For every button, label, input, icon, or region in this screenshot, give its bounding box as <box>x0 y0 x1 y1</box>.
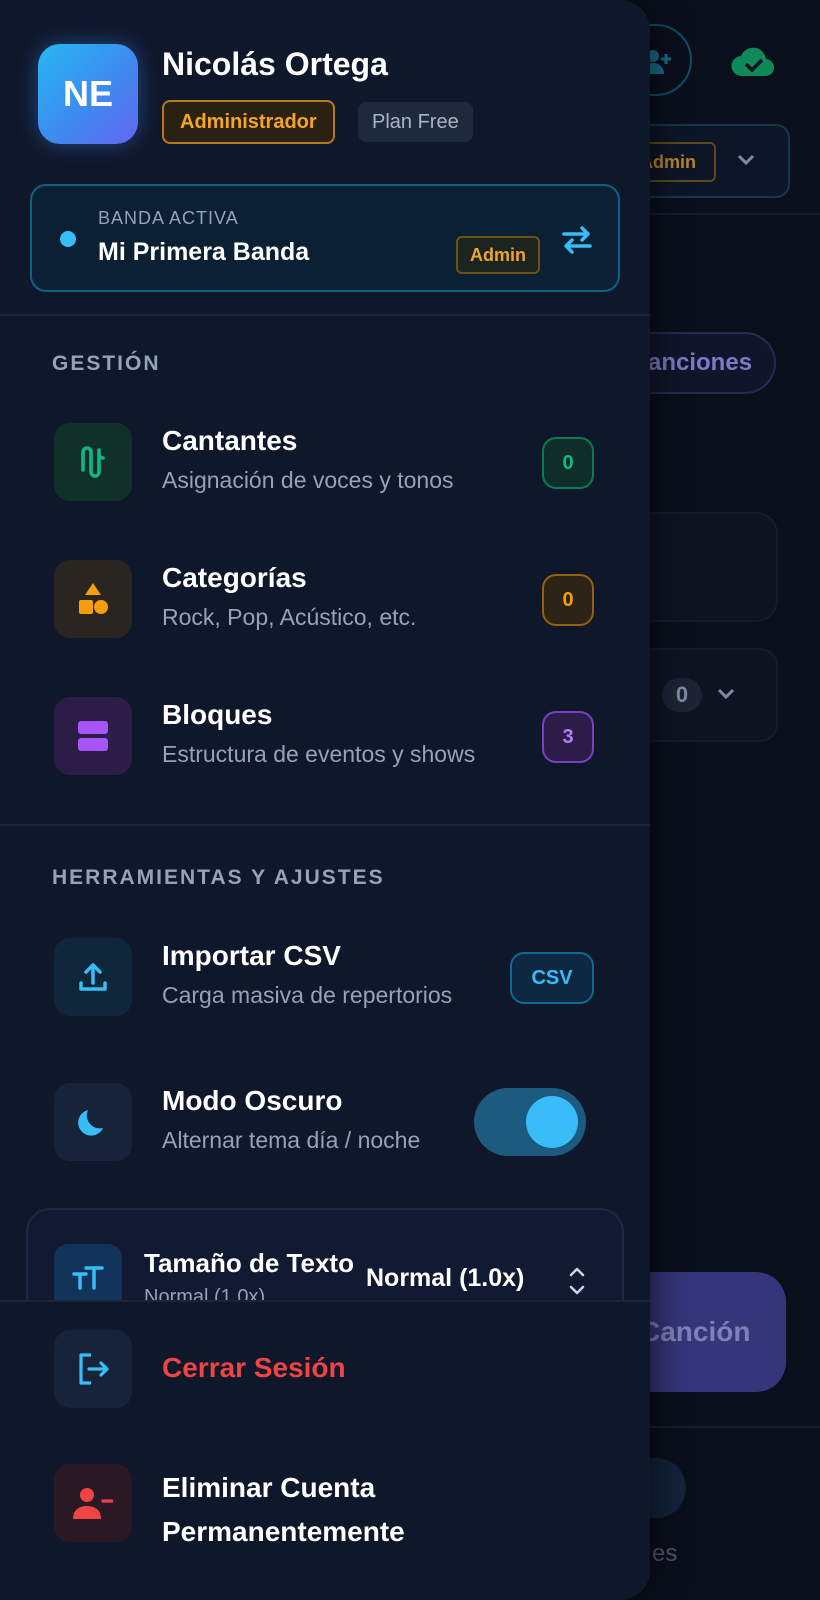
upload-icon-box <box>54 938 132 1016</box>
plan-badge: Plan Free <box>358 102 473 142</box>
csv-badge: CSV <box>510 952 594 1004</box>
text-size-value: Normal (1.0x) <box>366 1264 525 1292</box>
logout-label: Cerrar Sesión <box>162 1352 346 1383</box>
swap-icon[interactable] <box>560 224 594 254</box>
cloud-check-icon <box>731 47 775 77</box>
nav-tab-label: es <box>652 1540 678 1567</box>
user-name: Nicolás Ortega <box>162 46 388 82</box>
menu-item-title: Categorías <box>162 562 307 593</box>
chevron-up-down-icon <box>569 1267 585 1295</box>
shapes-icon <box>79 583 108 614</box>
count-badge: 3 <box>542 711 594 763</box>
count-badge: 0 <box>542 574 594 626</box>
account-actions: Cerrar Sesión Eliminar Cuenta Permanente… <box>0 1300 650 1600</box>
blocks-icon-box <box>54 697 132 775</box>
logout-button[interactable]: Cerrar Sesión <box>0 1328 650 1412</box>
dark-mode-toggle[interactable] <box>474 1088 586 1156</box>
delete-account-button[interactable]: Eliminar Cuenta Permanentemente <box>0 1462 650 1558</box>
menu-item-title: Modo Oscuro <box>162 1085 343 1116</box>
menu-item-singers[interactable]: Cantantes Asignación de voces y tonos 0 <box>0 413 650 523</box>
menu-item-subtitle: Asignación de voces y tonos <box>162 467 454 493</box>
chevron-down-icon <box>717 688 735 700</box>
divider <box>0 314 650 316</box>
header-divider <box>640 213 820 215</box>
menu-item-subtitle: Rock, Pop, Acústico, etc. <box>162 604 417 630</box>
moon-icon-box <box>54 1083 132 1161</box>
section-title-management: GESTIÓN <box>52 352 161 375</box>
count-badge: 0 <box>542 437 594 489</box>
menu-item-title: Bloques <box>162 699 273 730</box>
role-badge: Administrador <box>162 100 335 144</box>
menu-item-subtitle: Carga masiva de repertorios <box>162 982 453 1008</box>
bottom-nav-divider <box>640 1426 820 1428</box>
logout-icon-box <box>54 1330 132 1408</box>
microphone-icon <box>81 446 105 478</box>
moon-icon <box>78 1110 103 1136</box>
chevron-down-icon <box>737 154 755 166</box>
menu-item-import-csv[interactable]: Importar CSV Carga masiva de repertorios… <box>0 928 650 1038</box>
menu-item-subtitle: Estructura de eventos y shows <box>162 741 476 767</box>
shapes-icon-box <box>54 560 132 638</box>
active-band-label: BANDA ACTIVA <box>98 208 239 228</box>
logout-icon <box>79 1353 109 1385</box>
toggle-knob <box>526 1096 578 1148</box>
band-role-badge: Admin <box>456 236 540 274</box>
menu-item-title: Importar CSV <box>162 940 341 971</box>
menu-item-subtitle: Alternar tema día / noche <box>162 1127 421 1153</box>
divider <box>0 824 650 826</box>
microphone-icon-box <box>54 423 132 501</box>
active-band-card[interactable]: BANDA ACTIVA Mi Primera Banda Admin <box>30 184 620 292</box>
text-size-title: Tamaño de Texto <box>144 1248 354 1278</box>
blocks-icon <box>78 721 108 751</box>
menu-item-title: Cantantes <box>162 425 298 456</box>
active-dot <box>60 231 76 247</box>
delete-account-label: Eliminar Cuenta Permanentemente <box>162 1472 405 1547</box>
remove-user-icon <box>73 1488 113 1519</box>
delete-user-icon-box <box>54 1464 132 1542</box>
section-title-tools: HERRAMIENTAS Y AJUSTES <box>52 866 385 889</box>
count-badge: 0 <box>662 678 702 712</box>
avatar: NE <box>38 44 138 144</box>
upload-icon <box>79 963 107 991</box>
menu-item-categories[interactable]: Categorías Rock, Pop, Acústico, etc. 0 <box>0 550 650 660</box>
text-size-icon <box>72 1266 104 1290</box>
menu-item-blocks[interactable]: Bloques Estructura de eventos y shows 3 <box>0 687 650 797</box>
side-drawer: NE Nicolás Ortega Administrador Plan Fre… <box>0 0 650 1600</box>
active-band-name: Mi Primera Banda <box>98 238 310 266</box>
